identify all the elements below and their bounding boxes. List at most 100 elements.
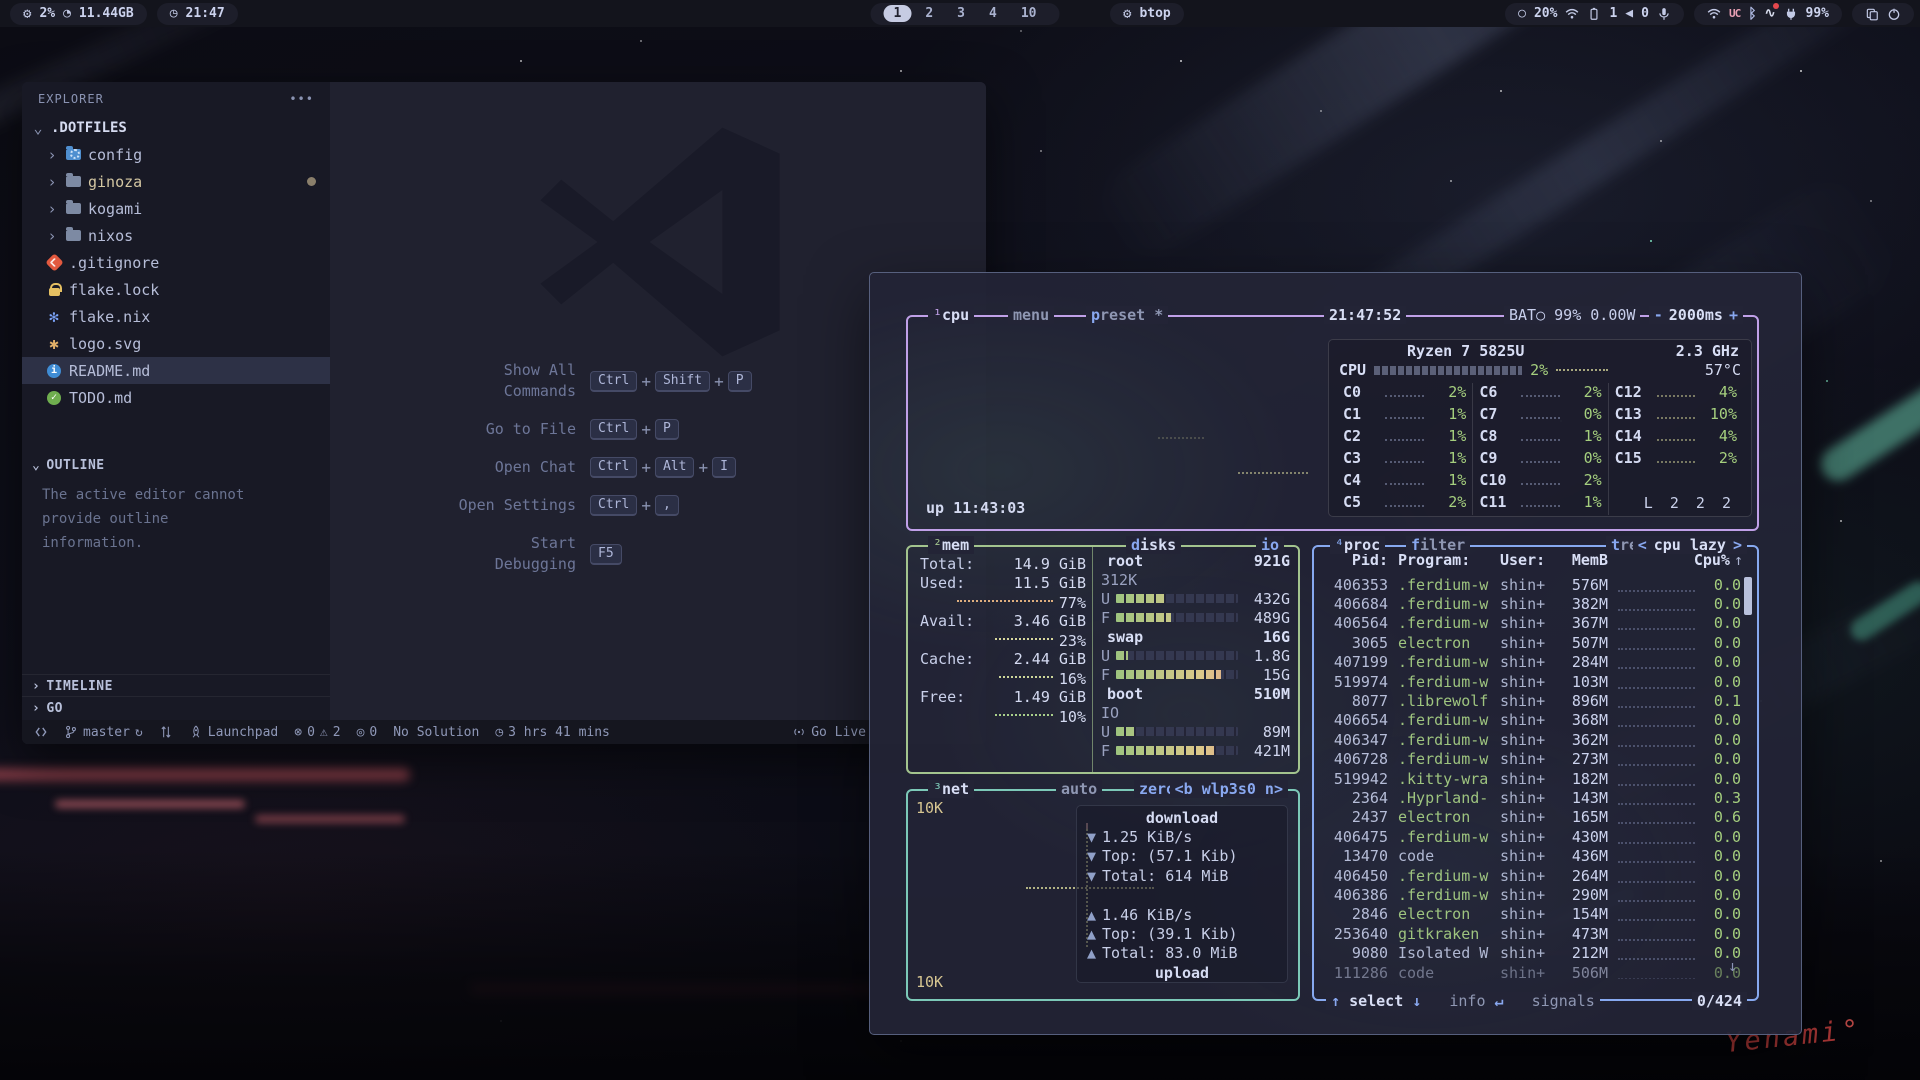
power-icon[interactable] (1887, 7, 1901, 21)
active-window-module[interactable]: ⚙ btop (1110, 3, 1184, 25)
col-memb[interactable]: MemB (1558, 551, 1608, 569)
interval-minus-button[interactable]: - (1654, 306, 1663, 324)
process-cpu: 0.0 (1703, 614, 1741, 632)
timeline-header[interactable]: › TIMELINE (22, 675, 330, 698)
process-row[interactable]: 9080 Isolated W shin+ 212M 0.0 (1318, 943, 1741, 962)
process-row[interactable]: 407199 .ferdium-w shin+ 284M 0.0 (1318, 653, 1741, 672)
process-row[interactable]: 406728 .ferdium-w shin+ 273M 0.0 (1318, 750, 1741, 769)
core-name: C11 (1479, 493, 1515, 511)
connectivity-module[interactable]: UC ᛒ ∿ 99% (1694, 3, 1842, 25)
process-name: .ferdium-w (1388, 576, 1500, 594)
go-live-item[interactable]: Go Live (792, 725, 866, 740)
sort-selector[interactable]: < cpu lazy > (1633, 536, 1747, 554)
cpu-box-title[interactable]: ¹ cpu (928, 306, 974, 324)
process-row[interactable]: 406475 .ferdium-w shin+ 430M 0.0 (1318, 827, 1741, 846)
process-row[interactable]: 2846 electron shin+ 154M 0.0 (1318, 905, 1741, 924)
tree-row[interactable]: .gitignore (22, 249, 330, 276)
process-row[interactable]: 519974 .ferdium-w shin+ 103M 0.0 (1318, 672, 1741, 691)
tree-row[interactable]: › nixos (22, 222, 330, 249)
preset-button[interactable]: p reset * (1086, 306, 1168, 324)
select-up-key[interactable]: ↑ (1331, 992, 1340, 1010)
net-auto-button[interactable]: auto (1056, 780, 1102, 798)
net-interface-selector[interactable]: <b wlp3s0 n> (1170, 780, 1288, 798)
process-row[interactable]: 111286 code shin+ 506M 0.0 (1318, 963, 1741, 979)
tree-row[interactable]: ✓ TODO.md (22, 384, 330, 411)
rocket-icon (189, 725, 203, 739)
process-cpu: 0.3 (1703, 789, 1741, 807)
workspace-button[interactable]: 10 (1011, 5, 1047, 22)
process-row[interactable]: 8077 .librewolf shin+ 896M 0.1 (1318, 691, 1741, 710)
scrollbar-thumb[interactable] (1744, 577, 1752, 615)
time-tracker-item[interactable]: ◷ 3 hrs 41 mins (495, 725, 610, 740)
menu-button[interactable]: menu (1008, 306, 1054, 324)
process-cpu-graph (1618, 622, 1695, 630)
clock-module[interactable]: ◷ 21:47 (157, 3, 238, 25)
tree-row[interactable]: i README.md (22, 357, 330, 384)
process-row[interactable]: 406684 .ferdium-w shin+ 382M 0.0 (1318, 594, 1741, 613)
process-row[interactable]: 406353 .ferdium-w shin+ 576M 0.0 (1318, 575, 1741, 594)
process-pid: 406564 (1324, 614, 1388, 632)
filter-button[interactable]: f ilter (1406, 536, 1470, 554)
select-down-key[interactable]: ↓ (1412, 992, 1421, 1010)
tree-row[interactable]: › ginoza (22, 168, 330, 195)
workspace-button[interactable]: 2 (915, 5, 943, 22)
system-stats-module[interactable]: ⚙ 2% ◔ 11.44GB (10, 3, 147, 25)
ports-item[interactable]: ◎ 0 (357, 725, 378, 740)
tree-row[interactable]: › config (22, 141, 330, 168)
net-box-title[interactable]: ³ net (928, 780, 974, 798)
remote-indicator[interactable] (34, 725, 48, 739)
key-separator: + (698, 458, 708, 477)
volume-value: 0 (1641, 6, 1649, 21)
cpu-graph-dots (1238, 472, 1308, 474)
cpu-model: Ryzen 7 5825U (1407, 342, 1524, 360)
tree-root-dotfiles[interactable]: ⌄ .DOTFILES (22, 114, 330, 141)
teal-streak (1814, 366, 1920, 487)
tree-row[interactable]: › kogami (22, 195, 330, 222)
tree-row[interactable]: flake.lock (22, 276, 330, 303)
process-row[interactable]: 253640 gitkraken shin+ 473M 0.0 (1318, 924, 1741, 943)
process-row[interactable]: 406347 .ferdium-w shin+ 362M 0.0 (1318, 730, 1741, 749)
explorer-more-button[interactable]: ••• (289, 92, 314, 106)
process-cpu-graph (1618, 739, 1695, 747)
process-row[interactable]: 13470 code shin+ 436M 0.0 (1318, 846, 1741, 865)
process-pid: 253640 (1324, 925, 1388, 943)
tree-row[interactable]: ✱ logo.svg (22, 330, 330, 357)
info-label[interactable]: info (1449, 992, 1485, 1010)
workspace-button[interactable]: 3 (947, 5, 975, 22)
mem-box-title[interactable]: ² mem (928, 536, 974, 554)
problems-item[interactable]: ⊗ 0 ⚠ 2 (294, 725, 340, 740)
go-header[interactable]: › GO (22, 697, 330, 720)
proc-box-title[interactable]: ⁴ proc (1330, 536, 1385, 554)
outline-header[interactable]: ⌄ OUTLINE (22, 454, 330, 477)
process-mem: 284M (1558, 653, 1608, 671)
process-row[interactable]: 406450 .ferdium-w shin+ 264M 0.0 (1318, 866, 1741, 885)
process-row[interactable]: 406564 .ferdium-w shin+ 367M 0.0 (1318, 614, 1741, 633)
git-compare-item[interactable] (159, 725, 173, 739)
process-row[interactable]: 406654 .ferdium-w shin+ 368M 0.0 (1318, 711, 1741, 730)
download-top: Top: (57.1 Kib) (1102, 847, 1237, 865)
process-mem: 367M (1558, 614, 1608, 632)
tree-row[interactable]: ✻ flake.nix (22, 303, 330, 330)
workspace-button[interactable]: 4 (979, 5, 1007, 22)
signals-label[interactable]: signals (1532, 992, 1595, 1010)
process-row[interactable]: 3065 electron shin+ 507M 0.0 (1318, 633, 1741, 652)
file-icon: ✱ (46, 336, 62, 352)
solution-item[interactable]: No Solution (393, 725, 479, 740)
process-cpu: 0.0 (1703, 886, 1741, 904)
process-row[interactable]: 2437 electron shin+ 165M 0.6 (1318, 808, 1741, 827)
git-branch-item[interactable]: master ↻ (64, 725, 143, 740)
workspace-button[interactable]: 1 (884, 5, 912, 22)
col-user[interactable]: User: (1500, 551, 1558, 569)
sort-next-button[interactable]: > (1733, 536, 1742, 554)
core-pct: 1% (1430, 427, 1466, 445)
process-row[interactable]: 519942 .kitty-wra shin+ 182M 0.0 (1318, 769, 1741, 788)
clipboard-icon[interactable] (1865, 7, 1879, 21)
sort-prev-button[interactable]: < (1638, 536, 1647, 554)
process-row[interactable]: 406386 .ferdium-w shin+ 290M 0.0 (1318, 885, 1741, 904)
interval-plus-button[interactable]: + (1729, 306, 1738, 324)
spacer (1087, 886, 1277, 905)
process-user: shin+ (1500, 653, 1558, 671)
hardware-module[interactable]: ○ 20% 1 ◀ 0 (1505, 3, 1684, 25)
launchpad-item[interactable]: Launchpad (189, 725, 278, 740)
process-row[interactable]: 2364 .Hyprland- shin+ 143M 0.3 (1318, 788, 1741, 807)
